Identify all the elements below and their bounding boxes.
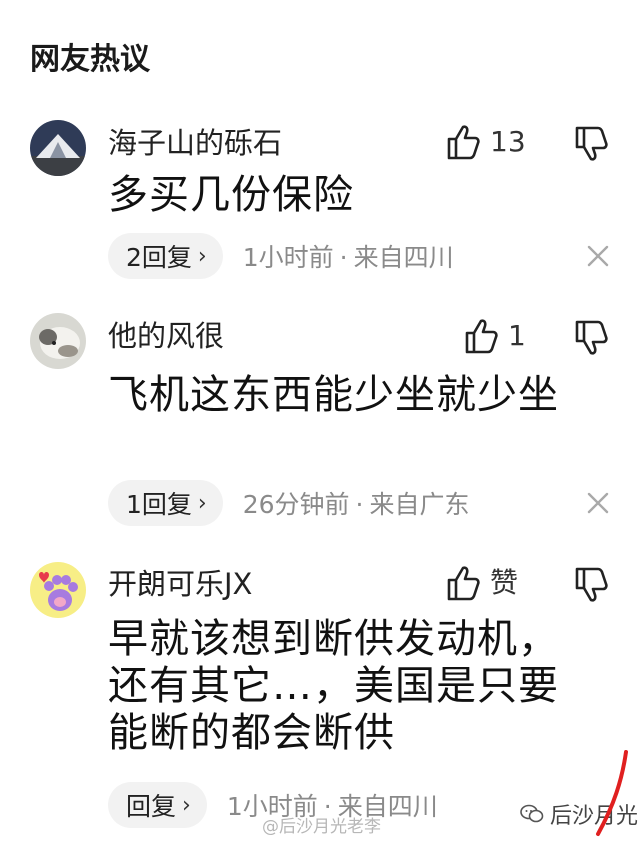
meta-separator: · xyxy=(339,243,348,272)
comment-text: 飞机这东西能少坐就少坐 xyxy=(108,372,559,418)
like-count: 1 xyxy=(508,319,526,352)
red-annotation-stroke xyxy=(592,750,632,841)
comment-footer: 2回复 › 1小时前 · 来自四川 xyxy=(108,233,454,279)
thumbs-up-icon xyxy=(446,565,480,601)
comment-username[interactable]: 海子山的砾石 xyxy=(108,125,282,161)
avatar[interactable] xyxy=(30,120,86,176)
meta-separator: · xyxy=(355,490,364,519)
comment-meta: 26分钟前 · 来自广东 xyxy=(243,485,470,521)
reply-label: 回复 xyxy=(126,792,177,821)
comment-time: 26分钟前 xyxy=(242,490,350,519)
comment-location: 来自广东 xyxy=(369,490,470,519)
reply-label: 1回复 xyxy=(126,490,192,519)
comment-location: 来自四川 xyxy=(353,243,454,272)
reply-button[interactable]: 2回复 › xyxy=(108,233,223,279)
comment-footer: 1回复 › 26分钟前 · 来自广东 xyxy=(108,480,470,526)
comment-time: 1小时前 xyxy=(242,243,334,272)
close-icon[interactable] xyxy=(586,491,610,515)
avatar[interactable] xyxy=(30,313,86,369)
comment-username[interactable]: 他的风很 xyxy=(108,318,224,354)
like-button[interactable]: 赞 xyxy=(446,565,518,601)
weibo-watermark: @后沙月光老李 xyxy=(262,817,381,837)
chevron-right-icon: › xyxy=(182,792,191,818)
comment-username[interactable]: 开朗可乐JX xyxy=(108,566,252,602)
thumbs-up-icon xyxy=(446,124,480,160)
reply-button[interactable]: 回复 › xyxy=(108,782,207,828)
avatar[interactable] xyxy=(30,562,86,618)
wechat-icon xyxy=(520,804,550,824)
reply-label: 2回复 xyxy=(126,243,192,272)
like-button[interactable]: 13 xyxy=(446,124,526,160)
thumbs-down-icon[interactable] xyxy=(574,567,608,603)
comment-text: 早就该想到断供发动机，还有其它…，美国是只要能断的都会断供 xyxy=(108,616,559,756)
like-button[interactable]: 1 xyxy=(464,318,526,354)
like-label: 赞 xyxy=(490,566,519,599)
comment-text: 多买几份保险 xyxy=(108,172,354,218)
chevron-right-icon: › xyxy=(197,490,207,516)
like-count: 13 xyxy=(490,125,526,158)
reply-button[interactable]: 1回复 › xyxy=(108,480,223,526)
thumbs-up-icon xyxy=(464,318,498,354)
thumbs-down-icon[interactable] xyxy=(574,320,608,356)
thumbs-down-icon[interactable] xyxy=(574,126,608,162)
chevron-right-icon: › xyxy=(197,243,207,269)
comment-meta: 1小时前 · 来自四川 xyxy=(243,238,454,274)
section-title: 网友热议 xyxy=(30,42,150,77)
close-icon[interactable] xyxy=(586,244,610,268)
